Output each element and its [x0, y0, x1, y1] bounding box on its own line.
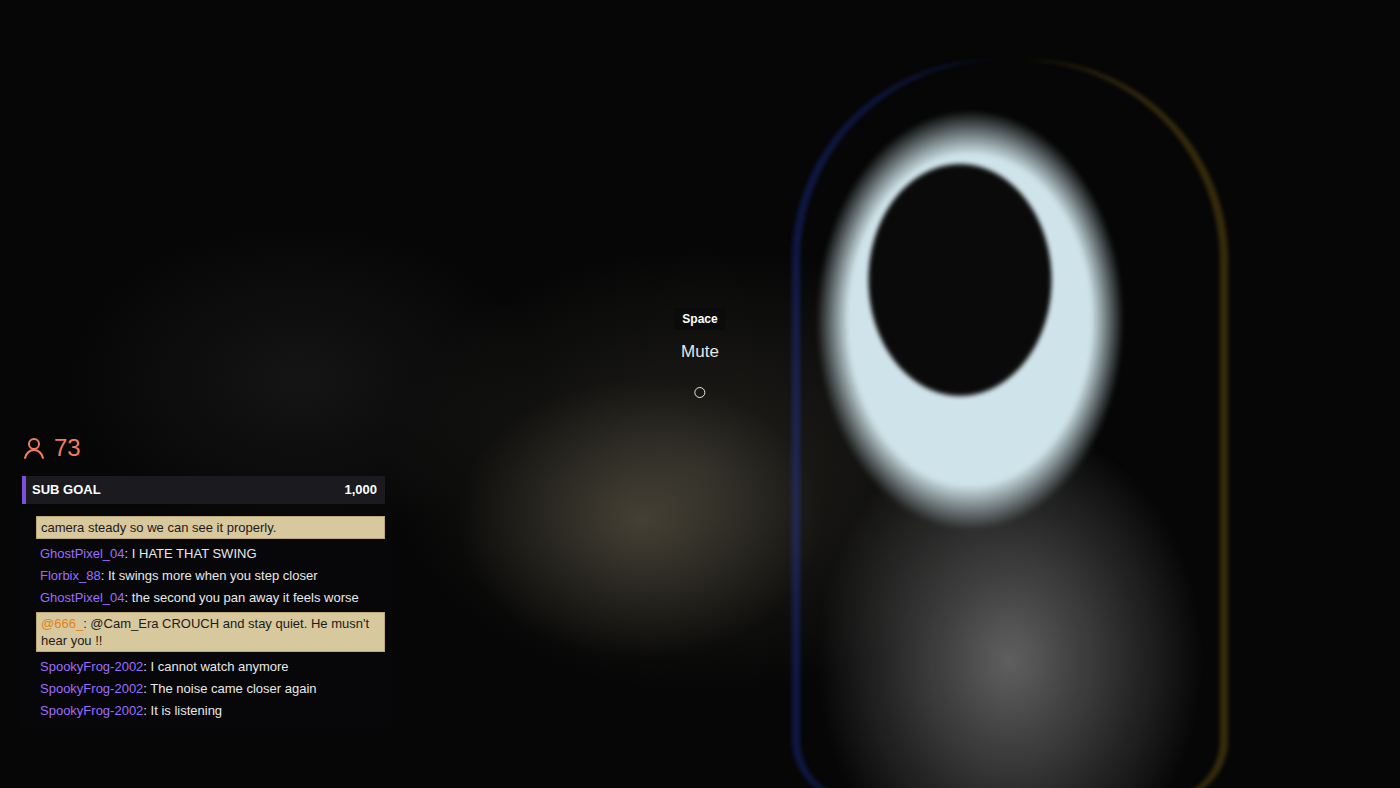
- chat-username: SpookyFrog-2002: [40, 659, 143, 674]
- chat-username: GhostPixel_04: [40, 590, 125, 605]
- chat-message: camera steady so we can see it properly.: [36, 516, 385, 539]
- chat-text: camera steady so we can see it properly.: [41, 520, 276, 535]
- sub-goal-label: SUB GOAL: [32, 480, 101, 500]
- chat-message: SpookyFrog-2002: It is listening: [36, 700, 385, 721]
- chat-text: : It is listening: [143, 703, 222, 718]
- chat-username: @666_: [41, 616, 83, 631]
- chat-message: Florbix_88: It swings more when you step…: [36, 565, 385, 586]
- interaction-prompt: Space Mute: [674, 306, 725, 398]
- key-hint: Space: [674, 308, 725, 330]
- chat-message: SpookyFrog-2002: I cannot watch anymore: [36, 656, 385, 677]
- chat-text: : It swings more when you step closer: [101, 568, 318, 583]
- chat-text: : the second you pan away it feels worse: [125, 590, 359, 605]
- action-label: Mute: [674, 339, 725, 365]
- chat-text: : @Cam_Era CROUCH and stay quiet. He mus…: [41, 616, 369, 648]
- chat-message: GhostPixel_04: the second you pan away i…: [36, 587, 385, 608]
- chat-message: SpookyFrog-2002: The noise came closer a…: [36, 678, 385, 699]
- chat-text: : I HATE THAT SWING: [125, 546, 257, 561]
- chat-text: : The noise came closer again: [143, 681, 316, 696]
- sub-goal-bar: SUB GOAL 1,000: [22, 476, 385, 504]
- chat-username: Florbix_88: [40, 568, 101, 583]
- person-icon: [22, 436, 46, 460]
- chat-username: SpookyFrog-2002: [40, 681, 143, 696]
- sub-goal-fill: [22, 476, 26, 504]
- key-hint-row: Space: [674, 306, 725, 330]
- chat-text: : I cannot watch anymore: [143, 659, 288, 674]
- viewer-number: 73: [54, 434, 81, 463]
- chat-username: SpookyFrog-2002: [40, 703, 143, 718]
- chat-message: GhostPixel_04: I HATE THAT SWING: [36, 543, 385, 564]
- viewer-count: 73: [22, 434, 81, 463]
- sub-goal-value: 1,000: [344, 480, 377, 500]
- hooded-figure: [800, 60, 1220, 788]
- crosshair-icon: [694, 387, 705, 398]
- game-scene: 73 SUB GOAL 1,000 camera steady so we can s…: [0, 0, 1400, 788]
- chat-message: @666_: @Cam_Era CROUCH and stay quiet. H…: [36, 612, 385, 652]
- sub-goal-text: SUB GOAL 1,000: [22, 476, 385, 504]
- chat-username: GhostPixel_04: [40, 546, 125, 561]
- chat-panel: camera steady so we can see it properly.…: [22, 508, 393, 728]
